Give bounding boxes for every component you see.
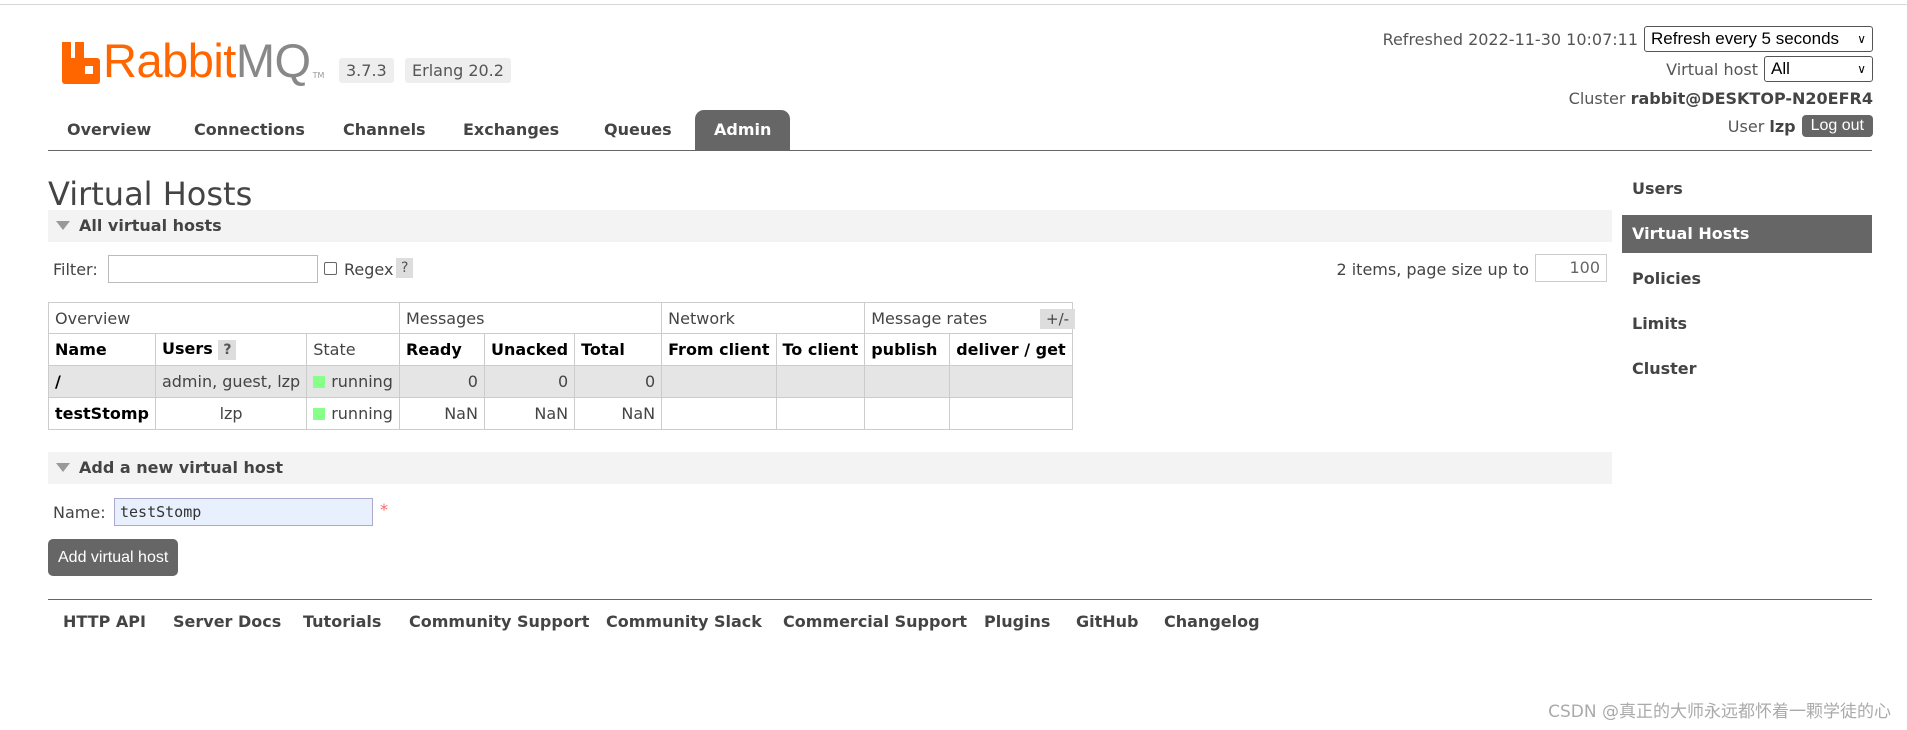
vhost-users: admin, guest, lzp xyxy=(154,365,308,398)
vhost-state: running xyxy=(306,365,400,398)
running-status-icon xyxy=(313,376,326,388)
footer-link-community-support[interactable]: Community Support xyxy=(409,612,589,631)
group-header-messages: Messages xyxy=(398,302,663,334)
collapse-triangle-icon xyxy=(56,463,70,472)
watermark: CSDN @真正的大师永远都怀着一颗学徒的心 xyxy=(1548,702,1891,722)
footer-link-commercial-support[interactable]: Commercial Support xyxy=(783,612,967,631)
filter-input[interactable] xyxy=(108,255,318,283)
version-badge: 3.7.3 xyxy=(339,58,394,83)
refreshed-timestamp: Refreshed 2022-11-30 10:07:11 xyxy=(1382,29,1638,49)
tab-exchanges[interactable]: Exchanges xyxy=(444,110,578,150)
group-header-overview: Overview xyxy=(48,302,400,334)
section-label: All virtual hosts xyxy=(79,216,222,235)
tab-channels[interactable]: Channels xyxy=(324,110,445,150)
regex-label: Regex xyxy=(344,260,394,279)
collapse-triangle-icon xyxy=(56,221,70,230)
rabbitmq-logo[interactable]: RabbitMQ TM xyxy=(62,36,324,84)
col-publish: publish xyxy=(864,333,951,366)
vhost-ready: 0 xyxy=(398,365,485,398)
running-status-icon xyxy=(313,408,326,420)
top-divider xyxy=(0,4,1907,5)
footer-link-server-docs[interactable]: Server Docs xyxy=(173,612,281,631)
col-users[interactable]: Users ? xyxy=(154,333,308,366)
refresh-interval-select[interactable]: Refresh every 5 seconds ∨ xyxy=(1644,26,1873,52)
col-state: State xyxy=(306,333,400,366)
sidebar-item-limits[interactable]: Limits xyxy=(1622,305,1872,343)
footer-link-tutorials[interactable]: Tutorials xyxy=(303,612,381,631)
main-nav: Overview Connections Channels Exchanges … xyxy=(48,110,1872,151)
trademark: TM xyxy=(312,71,325,80)
vhost-unacked: 0 xyxy=(483,365,576,398)
virtual-host-select[interactable]: All ∨ xyxy=(1764,56,1873,82)
vhost-to-client xyxy=(775,365,866,398)
page-size-input[interactable]: 100 xyxy=(1535,254,1607,282)
sidebar-item-virtual-hosts[interactable]: Virtual Hosts xyxy=(1622,215,1872,253)
tab-overview[interactable]: Overview xyxy=(48,110,170,150)
name-label: Name: xyxy=(53,503,106,522)
regex-checkbox[interactable] xyxy=(324,262,337,275)
vhost-unacked: NaN xyxy=(483,397,576,430)
group-header-network: Network xyxy=(661,302,866,334)
vhost-publish xyxy=(864,397,951,430)
all-virtual-hosts-section[interactable]: All virtual hosts xyxy=(48,210,1612,242)
toggle-columns-button[interactable]: +/- xyxy=(1040,309,1076,329)
sidebar-item-users[interactable]: Users xyxy=(1622,170,1872,208)
vhost-from-client xyxy=(661,365,777,398)
regex-help-button[interactable]: ? xyxy=(396,258,414,278)
erlang-version-badge: Erlang 20.2 xyxy=(405,58,511,83)
virtual-hosts-table: Overview Messages Network Message rates … xyxy=(48,302,1073,430)
footer-links: HTTP API Server Docs Tutorials Community… xyxy=(48,599,1872,631)
col-from-client: From client xyxy=(661,333,777,366)
col-unacked: Unacked xyxy=(483,333,576,366)
footer-link-github[interactable]: GitHub xyxy=(1076,612,1139,631)
vhost-ready: NaN xyxy=(398,397,485,430)
vhost-from-client xyxy=(661,397,777,430)
footer-link-plugins[interactable]: Plugins xyxy=(984,612,1050,631)
tab-admin[interactable]: Admin xyxy=(695,110,791,150)
table-row[interactable]: / admin, guest, lzp running 0 0 0 xyxy=(48,365,1073,398)
footer-link-community-slack[interactable]: Community Slack xyxy=(606,612,762,631)
admin-sidebar: Users Virtual Hosts Policies Limits Clus… xyxy=(1622,170,1872,395)
vhost-deliver-get xyxy=(949,397,1073,430)
brand-name: RabbitMQ xyxy=(103,34,311,87)
add-virtual-host-button[interactable]: Add virtual host xyxy=(48,539,179,576)
tab-queues[interactable]: Queues xyxy=(585,110,691,150)
chevron-down-icon: ∨ xyxy=(1857,32,1866,46)
col-to-client: To client xyxy=(775,333,866,366)
vhost-to-client xyxy=(775,397,866,430)
tab-connections[interactable]: Connections xyxy=(175,110,324,150)
virtual-host-label: Virtual host xyxy=(1666,59,1758,79)
pagination-label: 2 items, page size up to xyxy=(1336,260,1529,279)
rabbit-logo-icon xyxy=(62,42,100,84)
required-marker: * xyxy=(380,500,388,519)
sidebar-item-policies[interactable]: Policies xyxy=(1622,260,1872,298)
add-virtual-host-section[interactable]: Add a new virtual host xyxy=(48,452,1612,484)
page-title: Virtual Hosts xyxy=(48,175,253,213)
cluster-label: Cluster xyxy=(1568,88,1626,108)
vhost-publish xyxy=(864,365,951,398)
col-deliver-get: deliver / get xyxy=(949,333,1073,366)
col-total: Total xyxy=(574,333,663,366)
vhost-total: 0 xyxy=(574,365,663,398)
filter-label: Filter: xyxy=(53,260,98,279)
col-ready: Ready xyxy=(398,333,485,366)
cluster-name: rabbit@DESKTOP-N20EFR4 xyxy=(1630,88,1873,108)
footer-link-http-api[interactable]: HTTP API xyxy=(63,612,146,631)
vhost-name-input[interactable]: testStomp xyxy=(114,498,373,526)
table-row[interactable]: testStomp lzp running NaN NaN NaN xyxy=(48,397,1073,430)
section-label: Add a new virtual host xyxy=(79,458,284,477)
vhost-name[interactable]: testStomp xyxy=(48,397,156,430)
sidebar-item-cluster[interactable]: Cluster xyxy=(1622,350,1872,388)
chevron-down-icon: ∨ xyxy=(1857,62,1866,76)
vhost-name[interactable]: / xyxy=(48,365,156,398)
vhost-users: lzp xyxy=(154,397,308,430)
vhost-total: NaN xyxy=(574,397,663,430)
col-name[interactable]: Name xyxy=(48,333,156,366)
footer-link-changelog[interactable]: Changelog xyxy=(1164,612,1260,631)
users-help-button[interactable]: ? xyxy=(218,340,237,360)
vhost-deliver-get xyxy=(949,365,1073,398)
vhost-state: running xyxy=(306,397,400,430)
